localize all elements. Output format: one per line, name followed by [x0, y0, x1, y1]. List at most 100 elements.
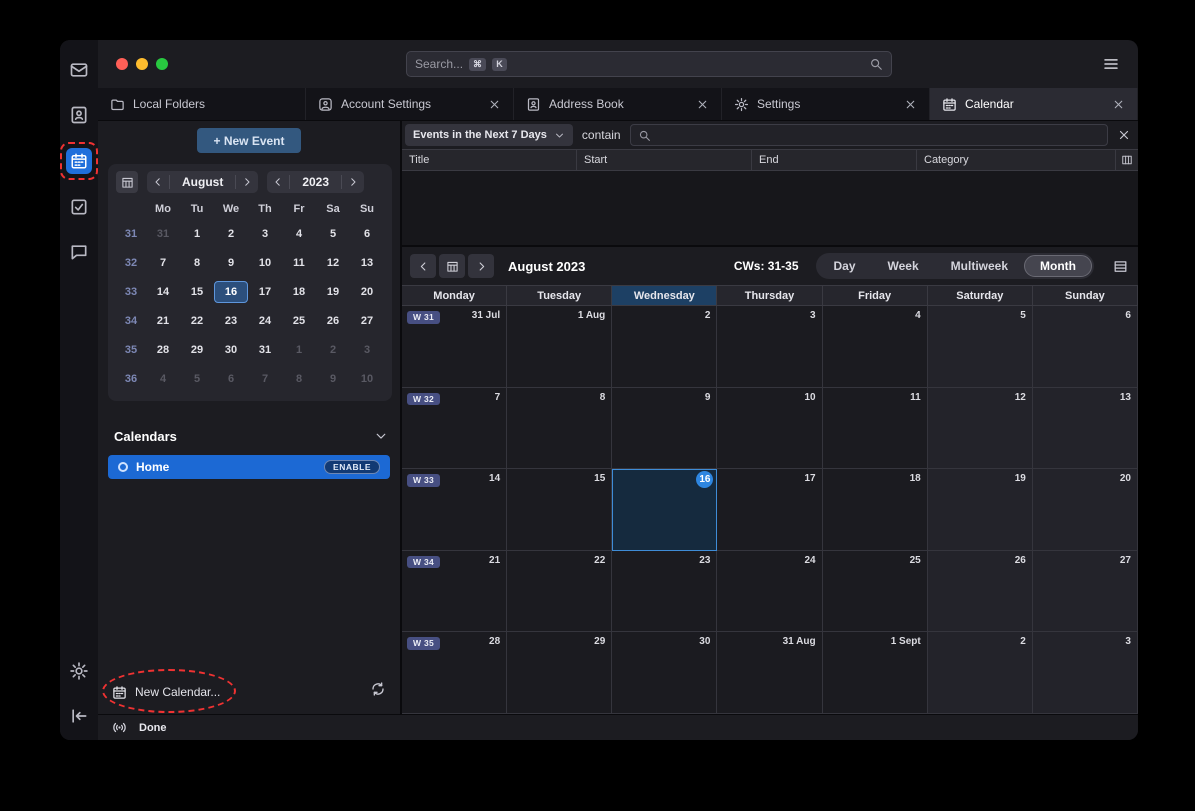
- minical-day[interactable]: 10: [350, 368, 384, 390]
- month-cell[interactable]: W 3528: [402, 632, 507, 714]
- minical-day[interactable]: 9: [214, 252, 248, 274]
- minical-day[interactable]: 5: [180, 368, 214, 390]
- month-cell[interactable]: 23: [612, 551, 717, 633]
- minical-day[interactable]: 17: [248, 281, 282, 303]
- minical-day[interactable]: 21: [146, 310, 180, 332]
- global-search-input[interactable]: Search... ⌘ K: [406, 51, 892, 77]
- month-cell[interactable]: 18: [823, 469, 928, 551]
- close-tab-button[interactable]: [1112, 98, 1125, 111]
- month-cell[interactable]: 8: [507, 388, 612, 470]
- minical-day[interactable]: 2: [214, 223, 248, 245]
- month-cell[interactable]: 26: [928, 551, 1033, 633]
- minical-day[interactable]: 26: [316, 310, 350, 332]
- month-cell[interactable]: 17: [717, 469, 822, 551]
- calendar-list-item-home[interactable]: Home ENABLE: [108, 455, 390, 479]
- address-book-icon-button[interactable]: [67, 103, 91, 127]
- month-cell[interactable]: 27: [1033, 551, 1138, 633]
- chat-icon-button[interactable]: [67, 240, 91, 264]
- month-cell[interactable]: 31 Aug: [717, 632, 822, 714]
- close-tab-button[interactable]: [696, 98, 709, 111]
- new-calendar-button[interactable]: New Calendar...: [112, 683, 220, 701]
- view-multiweek-button[interactable]: Multiweek: [935, 255, 1024, 277]
- month-cell[interactable]: 20: [1033, 469, 1138, 551]
- toggle-event-pane-button[interactable]: [1113, 259, 1128, 274]
- minical-day[interactable]: 3: [350, 339, 384, 361]
- minical-day[interactable]: 29: [180, 339, 214, 361]
- minical-today-button[interactable]: [116, 171, 138, 193]
- minical-day[interactable]: 8: [180, 252, 214, 274]
- minical-day[interactable]: 19: [316, 281, 350, 303]
- minical-day[interactable]: 28: [146, 339, 180, 361]
- month-cell[interactable]: 30: [612, 632, 717, 714]
- view-month-button[interactable]: Month: [1024, 255, 1092, 277]
- month-cell[interactable]: 3: [717, 306, 822, 388]
- month-cell[interactable]: 2: [612, 306, 717, 388]
- month-cell[interactable]: 25: [823, 551, 928, 633]
- settings-gear-button[interactable]: [67, 659, 91, 683]
- month-cell[interactable]: 1 Sept: [823, 632, 928, 714]
- minical-day[interactable]: 31: [248, 339, 282, 361]
- minical-day[interactable]: 3: [248, 223, 282, 245]
- minical-day[interactable]: 30: [214, 339, 248, 361]
- minical-day[interactable]: 13: [350, 252, 384, 274]
- month-cell[interactable]: W 3131 Jul: [402, 306, 507, 388]
- enable-badge[interactable]: ENABLE: [324, 460, 380, 475]
- event-range-dropdown[interactable]: Events in the Next 7 Days: [405, 124, 573, 146]
- month-cell[interactable]: W 327: [402, 388, 507, 470]
- new-event-button[interactable]: + New Event: [197, 128, 301, 153]
- collapse-sidebar-button[interactable]: [67, 704, 91, 728]
- tab-address-book[interactable]: Address Book: [514, 88, 722, 120]
- month-cell[interactable]: 29: [507, 632, 612, 714]
- minical-day[interactable]: 7: [248, 368, 282, 390]
- minical-day[interactable]: 9: [316, 368, 350, 390]
- minical-day[interactable]: 24: [248, 310, 282, 332]
- minimize-window-button[interactable]: [136, 58, 148, 70]
- minical-day[interactable]: 4: [282, 223, 316, 245]
- month-cell[interactable]: W 3314: [402, 469, 507, 551]
- minical-day[interactable]: 10: [248, 252, 282, 274]
- minical-day[interactable]: 18: [282, 281, 316, 303]
- minical-prev-year-button[interactable]: [267, 171, 289, 193]
- next-period-button[interactable]: [468, 254, 494, 278]
- month-cell[interactable]: 11: [823, 388, 928, 470]
- minical-prev-month-button[interactable]: [147, 171, 169, 193]
- close-filter-button[interactable]: [1117, 128, 1131, 142]
- minical-day[interactable]: 6: [350, 223, 384, 245]
- minical-day[interactable]: 14: [146, 281, 180, 303]
- minical-day[interactable]: 11: [282, 252, 316, 274]
- month-cell[interactable]: 13: [1033, 388, 1138, 470]
- close-tab-button[interactable]: [488, 98, 501, 111]
- mail-icon-button[interactable]: [67, 58, 91, 82]
- zoom-window-button[interactable]: [156, 58, 168, 70]
- close-window-button[interactable]: [116, 58, 128, 70]
- month-cell[interactable]: 5: [928, 306, 1033, 388]
- minical-day[interactable]: 16: [214, 281, 248, 303]
- month-cell[interactable]: 3: [1033, 632, 1138, 714]
- minical-day[interactable]: 15: [180, 281, 214, 303]
- month-cell[interactable]: 1 Aug: [507, 306, 612, 388]
- month-cell[interactable]: 6: [1033, 306, 1138, 388]
- sync-calendars-button[interactable]: [370, 681, 386, 697]
- column-header-end[interactable]: End: [752, 150, 917, 170]
- minical-day[interactable]: 7: [146, 252, 180, 274]
- minical-day[interactable]: 20: [350, 281, 384, 303]
- column-header-category[interactable]: Category: [917, 150, 1116, 170]
- month-cell[interactable]: 12: [928, 388, 1033, 470]
- minical-day[interactable]: 22: [180, 310, 214, 332]
- month-cell[interactable]: 24: [717, 551, 822, 633]
- month-cell[interactable]: 19: [928, 469, 1033, 551]
- tab-settings[interactable]: Settings: [722, 88, 930, 120]
- column-picker-button[interactable]: [1116, 150, 1138, 170]
- view-day-button[interactable]: Day: [818, 255, 872, 277]
- close-tab-button[interactable]: [904, 98, 917, 111]
- month-cell[interactable]: 10: [717, 388, 822, 470]
- minical-day[interactable]: 31: [146, 223, 180, 245]
- column-header-title[interactable]: Title: [402, 150, 577, 170]
- tab-local-folders[interactable]: Local Folders: [98, 88, 306, 120]
- month-cell[interactable]: 4: [823, 306, 928, 388]
- minical-day[interactable]: 6: [214, 368, 248, 390]
- minical-day[interactable]: 5: [316, 223, 350, 245]
- tab-calendar[interactable]: Calendar: [930, 88, 1138, 120]
- tab-account-settings[interactable]: Account Settings: [306, 88, 514, 120]
- column-header-start[interactable]: Start: [577, 150, 752, 170]
